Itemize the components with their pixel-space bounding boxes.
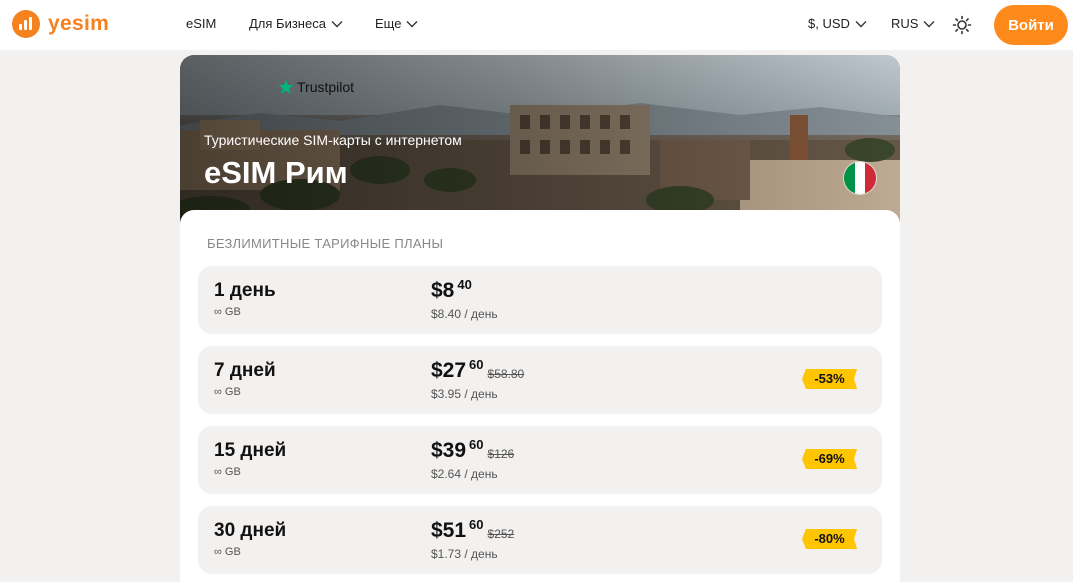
nav-more-label: Еще [375,16,402,31]
currency-label: $, USD [808,16,850,31]
plan-name: 7 дней [214,360,276,381]
price-cents: 60 [469,437,484,452]
sun-icon[interactable] [952,15,972,35]
currency-selector[interactable]: $, USD [808,16,867,31]
yesim-logo[interactable]: yesim [12,10,109,38]
section-title: БЕЗЛИМИТНЫЕ ТАРИФНЫЕ ПЛАНЫ [207,236,444,251]
trustpilot-badge[interactable]: Trustpilot [278,79,354,95]
chevron-down-icon [331,20,343,27]
price-old: $58.80 [487,367,525,381]
plan-data: ∞ GB [214,386,241,398]
italy-flag-icon [843,161,877,195]
plan-price: $27 60 $58.80 [431,358,524,384]
price-main: $51 [431,519,467,542]
plan-card-15-days[interactable]: 15 дней ∞ GB $39 60 $126 $2.64 / день -6… [198,426,882,494]
price-per-day: $8.40 / день [431,307,498,321]
price-cents: 60 [469,357,484,372]
price-per-day: $1.73 / день [431,547,498,561]
trustpilot-label: Trustpilot [297,79,355,95]
star-icon [278,79,294,94]
price-old: $126 [487,447,515,461]
chevron-down-icon [406,20,418,27]
nav-business[interactable]: Для Бизнеса [249,16,343,31]
hero-subtitle: Туристические SIM-карты с интернетом [204,132,462,148]
price-per-day: $3.95 / день [431,387,498,401]
price-cents: 40 [457,277,472,292]
nav-more[interactable]: Еще [375,16,418,31]
plan-name: 30 дней [214,520,287,541]
plans-panel: БЕЗЛИМИТНЫЕ ТАРИФНЫЕ ПЛАНЫ 1 день ∞ GB $… [180,210,900,582]
plan-card-7-days[interactable]: 7 дней ∞ GB $27 60 $58.80 $3.95 / день -… [198,346,882,414]
discount-badge: -53% [802,369,857,389]
plan-name: 1 день [214,280,276,301]
price-old: $252 [487,527,515,541]
price-cents: 60 [469,517,484,532]
nav-business-label: Для Бизнеса [249,16,326,31]
price-main: $8 [431,279,455,302]
chevron-down-icon [855,20,867,27]
nav-esim[interactable]: eSIM [186,16,216,31]
price-per-day: $2.64 / день [431,467,498,481]
logo-icon [12,10,40,38]
logo-text: yesim [48,12,110,35]
discount-badge: -80% [802,529,857,549]
plan-card-1-day[interactable]: 1 день ∞ GB $8 40 $8.40 / день [198,266,882,334]
chevron-down-icon [923,20,935,27]
plan-data: ∞ GB [214,306,241,318]
price-main: $27 [431,359,467,382]
top-header: yesim eSIM Для Бизнеса Еще $, USD RUS Во… [0,0,1073,50]
plan-price: $8 40 [431,278,472,304]
page-title: eSIM Рим [204,155,348,190]
plan-price: $39 60 $126 [431,438,514,464]
plan-data: ∞ GB [214,546,241,558]
plan-price: $51 60 $252 [431,518,514,544]
nav-esim-label: eSIM [186,16,217,31]
language-label: RUS [891,16,919,31]
plan-name: 15 дней [214,440,287,461]
hero-banner: Trustpilot Туристические SIM-карты с инт… [180,55,900,225]
plan-data: ∞ GB [214,466,241,478]
plan-card-30-days[interactable]: 30 дней ∞ GB $51 60 $252 $1.73 / день -8… [198,506,882,574]
language-selector[interactable]: RUS [891,16,935,31]
login-button[interactable]: Войти [994,5,1068,45]
price-main: $39 [431,439,467,462]
discount-badge: -69% [802,449,857,469]
